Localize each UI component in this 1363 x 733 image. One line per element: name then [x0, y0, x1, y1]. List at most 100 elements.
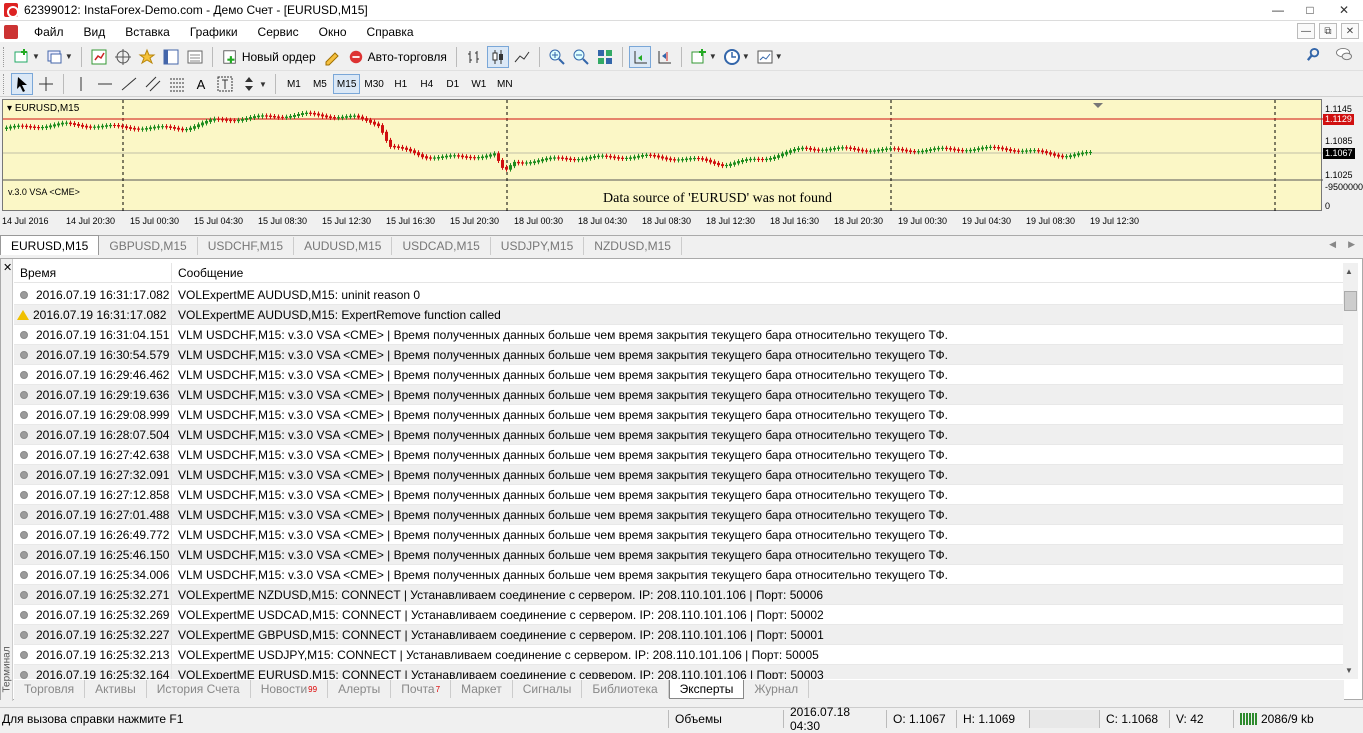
- terminal-tab-0[interactable]: Торговля: [14, 680, 86, 698]
- terminal-tab-7[interactable]: Сигналы: [513, 680, 583, 698]
- close-button[interactable]: ✕: [1327, 1, 1361, 19]
- toolbar-grip[interactable]: [3, 46, 6, 67]
- timeframe-m30[interactable]: M30: [360, 74, 387, 94]
- cursor-icon[interactable]: [11, 73, 33, 95]
- column-header-time[interactable]: Время: [14, 263, 172, 282]
- scroll-up-icon[interactable]: ▲: [1345, 267, 1353, 276]
- log-row[interactable]: 2016.07.19 16:27:32.091 VLM USDCHF,M15: v…: [14, 464, 1344, 485]
- terminal-tab-9[interactable]: Эксперты: [668, 680, 745, 699]
- menu-file[interactable]: Файл: [24, 25, 74, 39]
- scroll-tabs-right-icon[interactable]: ▶: [1348, 239, 1355, 250]
- new-order-button[interactable]: Новый ордер: [218, 46, 320, 68]
- chart-tab-gbpusd[interactable]: GBPUSD,M15: [99, 237, 198, 255]
- zoom-out-icon[interactable]: [570, 46, 592, 68]
- timeframe-mn[interactable]: MN: [492, 74, 518, 94]
- navigator-icon[interactable]: [136, 46, 158, 68]
- data-window-icon[interactable]: [112, 46, 134, 68]
- vertical-line-icon[interactable]: [70, 73, 92, 95]
- tester-icon[interactable]: [184, 46, 206, 68]
- log-row[interactable]: 2016.07.19 16:31:17.082 VOLExpertME AUDUS…: [14, 304, 1344, 325]
- scrollbar-thumb[interactable]: [1344, 291, 1357, 311]
- chevron-down-icon[interactable]: ▼: [742, 52, 750, 61]
- equidistant-channel-icon[interactable]: [142, 73, 164, 95]
- indicators-icon[interactable]: [688, 46, 710, 68]
- timeframe-h4[interactable]: H4: [414, 74, 440, 94]
- chart-tab-eurusd[interactable]: EURUSD,M15: [0, 235, 100, 255]
- search-icon[interactable]: [1306, 47, 1321, 65]
- menu-charts[interactable]: Графики: [180, 25, 248, 39]
- chart-tab-nzdusd[interactable]: NZDUSD,M15: [584, 237, 682, 255]
- log-list[interactable]: 2016.07.19 16:31:17.082 VOLExpertME AUDUS…: [14, 285, 1344, 679]
- chart-tab-usdjpy[interactable]: USDJPY,M15: [491, 237, 585, 255]
- close-icon[interactable]: ✕: [3, 261, 12, 274]
- log-row[interactable]: 2016.07.19 16:25:32.213 VOLExpertME USDJP…: [14, 644, 1344, 665]
- text-label-icon[interactable]: [214, 73, 236, 95]
- chart-tab-audusd[interactable]: AUDUSD,M15: [294, 237, 393, 255]
- chart-shift-icon[interactable]: [653, 46, 675, 68]
- terminal-tab-5[interactable]: Почта 7: [391, 680, 452, 698]
- chevron-down-icon[interactable]: ▼: [775, 52, 783, 61]
- chevron-down-icon[interactable]: ▼: [259, 80, 267, 89]
- timeframe-m1[interactable]: M1: [281, 74, 307, 94]
- bar-chart-icon[interactable]: [463, 46, 485, 68]
- log-row[interactable]: 2016.07.19 16:27:01.488 VLM USDCHF,M15: v…: [14, 504, 1344, 525]
- log-row[interactable]: 2016.07.19 16:25:46.150 VLM USDCHF,M15: v…: [14, 544, 1344, 565]
- horizontal-line-icon[interactable]: [94, 73, 116, 95]
- tile-windows-icon[interactable]: [594, 46, 616, 68]
- price-chart[interactable]: ▾ EURUSD,M15 v.3.0 VSA <CME> Data source…: [2, 99, 1323, 212]
- text-icon[interactable]: A: [190, 73, 212, 95]
- mdi-minimize-button[interactable]: —: [1297, 23, 1315, 39]
- scroll-down-icon[interactable]: ▼: [1345, 666, 1353, 675]
- line-chart-icon[interactable]: [511, 46, 533, 68]
- chart-tab-usdcad[interactable]: USDCAD,M15: [392, 237, 491, 255]
- log-row[interactable]: 2016.07.19 16:29:08.999 VLM USDCHF,M15: v…: [14, 404, 1344, 425]
- terminal-icon[interactable]: [160, 46, 182, 68]
- log-row[interactable]: 2016.07.19 16:27:42.638 VLM USDCHF,M15: v…: [14, 444, 1344, 465]
- log-row[interactable]: 2016.07.19 16:25:34.006 VLM USDCHF,M15: v…: [14, 564, 1344, 585]
- maximize-button[interactable]: □: [1295, 1, 1325, 19]
- log-row[interactable]: 2016.07.19 16:30:54.579 VLM USDCHF,M15: v…: [14, 344, 1344, 365]
- terminal-tab-3[interactable]: Новости 99: [251, 680, 329, 698]
- metaeditor-icon[interactable]: [321, 46, 343, 68]
- zoom-in-icon[interactable]: [546, 46, 568, 68]
- crosshair-icon[interactable]: [35, 73, 57, 95]
- menu-view[interactable]: Вид: [74, 25, 116, 39]
- chevron-down-icon[interactable]: ▼: [65, 52, 73, 61]
- mdi-close-button[interactable]: ✕: [1341, 23, 1359, 39]
- auto-scroll-icon[interactable]: [628, 45, 651, 68]
- fibonacci-icon[interactable]: [166, 73, 188, 95]
- chart-tab-usdchf[interactable]: USDCHF,M15: [198, 237, 295, 255]
- toolbar-grip[interactable]: [3, 74, 6, 94]
- log-row[interactable]: 2016.07.19 16:25:32.271 VOLExpertME NZDUS…: [14, 584, 1344, 605]
- log-row[interactable]: 2016.07.19 16:31:04.151 VLM USDCHF,M15: v…: [14, 324, 1344, 345]
- minimize-button[interactable]: —: [1263, 1, 1293, 19]
- timeframe-h1[interactable]: H1: [388, 74, 414, 94]
- log-row[interactable]: 2016.07.19 16:31:17.082 VOLExpertME AUDUS…: [14, 285, 1344, 305]
- candlestick-icon[interactable]: [486, 45, 509, 68]
- trendline-icon[interactable]: [118, 73, 140, 95]
- log-row[interactable]: 2016.07.19 16:28:07.504 VLM USDCHF,M15: v…: [14, 424, 1344, 445]
- timeframe-m5[interactable]: M5: [307, 74, 333, 94]
- terminal-tab-2[interactable]: История Счета: [147, 680, 251, 698]
- log-row[interactable]: 2016.07.19 16:25:32.227 VOLExpertME GBPUS…: [14, 624, 1344, 645]
- chart-window-icon[interactable]: [4, 24, 18, 39]
- profiles-icon[interactable]: [44, 46, 66, 68]
- terminal-tab-6[interactable]: Маркет: [451, 680, 513, 698]
- menu-tools[interactable]: Сервис: [248, 25, 309, 39]
- chevron-down-icon[interactable]: ▼: [32, 52, 40, 61]
- chat-icon[interactable]: [1335, 47, 1353, 65]
- timeframe-w1[interactable]: W1: [466, 74, 492, 94]
- terminal-tab-1[interactable]: Активы: [85, 680, 147, 698]
- chevron-down-icon[interactable]: ▼: [709, 52, 717, 61]
- auto-trading-button[interactable]: Авто-торговля: [344, 46, 451, 68]
- log-row[interactable]: 2016.07.19 16:25:32.269 VOLExpertME USDCA…: [14, 604, 1344, 625]
- connection-status[interactable]: 2086/9 kb: [1233, 709, 1363, 728]
- terminal-tab-4[interactable]: Алерты: [328, 680, 392, 698]
- scroll-tabs-left-icon[interactable]: ◀: [1329, 239, 1336, 250]
- periods-icon[interactable]: [721, 46, 743, 68]
- mdi-restore-button[interactable]: ⧉: [1319, 23, 1337, 39]
- timeframe-d1[interactable]: D1: [440, 74, 466, 94]
- log-row[interactable]: 2016.07.19 16:29:46.462 VLM USDCHF,M15: v…: [14, 364, 1344, 385]
- log-row[interactable]: 2016.07.19 16:25:32.164 VOLExpertME EURUS…: [14, 664, 1344, 679]
- templates-icon[interactable]: [754, 46, 776, 68]
